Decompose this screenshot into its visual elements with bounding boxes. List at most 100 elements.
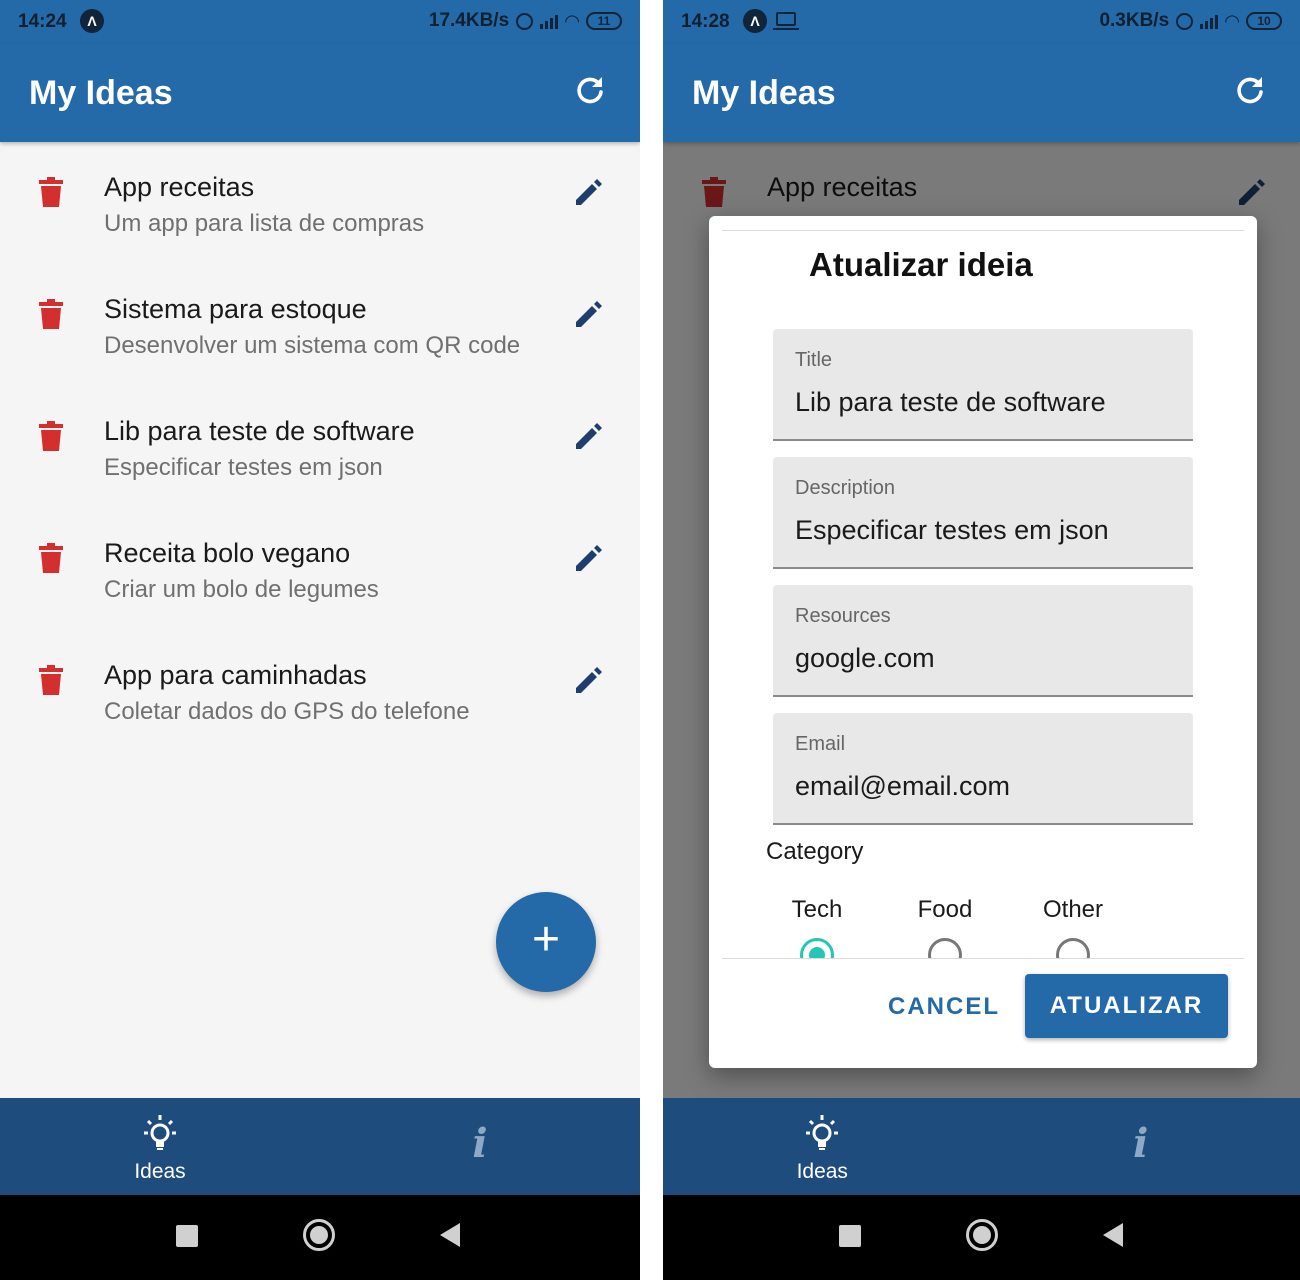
idea-title: Sistema para estoque	[104, 294, 367, 324]
idea-description: Um app para lista de compras	[104, 210, 425, 237]
network-speed: 17.4KB/s	[428, 10, 510, 31]
radio-option-other[interactable]: Other	[1018, 896, 1128, 958]
battery-icon: 11	[586, 12, 622, 30]
radio-label: Other	[1042, 896, 1104, 923]
signal-icon	[540, 13, 559, 29]
list-item[interactable]: Sistema para estoque Desenvolver um sist…	[0, 264, 640, 386]
app-bar: My Ideas	[663, 44, 1300, 142]
trash-icon[interactable]	[39, 177, 63, 207]
lightbulb-icon	[144, 1115, 176, 1150]
refresh-icon[interactable]	[574, 74, 606, 106]
home-button[interactable]	[966, 1219, 998, 1251]
cancel-button[interactable]: CANCEL	[879, 974, 1009, 1040]
radio-label: Tech	[791, 896, 843, 923]
info-icon: i	[472, 1120, 488, 1167]
title-field[interactable]: Title Lib para teste de software	[773, 329, 1193, 441]
status-time: 14:24	[18, 11, 67, 32]
idea-description: Coletar dados do GPS do telefone	[104, 698, 470, 725]
field-value[interactable]: google.com	[795, 643, 935, 674]
category-radio-group: Tech Food Other	[722, 896, 1244, 958]
refresh-icon[interactable]	[1234, 74, 1266, 106]
idea-description: Especificar testes em json	[104, 454, 383, 481]
page-title: My Ideas	[692, 74, 836, 112]
dialog-top-divider	[722, 230, 1244, 231]
radio-unselected-icon[interactable]	[928, 938, 962, 958]
home-button[interactable]	[303, 1219, 335, 1251]
phone-screen-list: 14:24 Λ 17.4KB/s ◠ 11 My Ideas App recei…	[0, 0, 640, 1280]
nav-label-ideas: Ideas	[796, 1160, 848, 1183]
status-indicators: 0.3KB/s ◠ 10	[1099, 10, 1282, 32]
bottom-navigation: Ideas i	[0, 1098, 640, 1195]
dialog-bottom-divider	[722, 958, 1244, 959]
edit-pencil-icon[interactable]	[573, 666, 603, 696]
radio-unselected-icon[interactable]	[1056, 938, 1090, 958]
idea-description: Desenvolver um sistema com QR code	[104, 332, 521, 359]
list-item[interactable]: App receitas Um app para lista de compra…	[0, 142, 640, 264]
radio-option-tech[interactable]: Tech	[762, 896, 872, 958]
status-bar: 14:28 Λ 0.3KB/s ◠ 10	[663, 0, 1300, 44]
recents-button[interactable]	[176, 1225, 198, 1247]
nav-item-info[interactable]: i	[320, 1098, 640, 1195]
add-idea-button[interactable]: +	[496, 892, 596, 992]
field-value[interactable]: email@email.com	[795, 771, 1010, 802]
field-label: Email	[795, 733, 846, 755]
idea-title: Receita bolo vegano	[104, 538, 351, 568]
app-notification-icon: Λ	[80, 9, 104, 33]
status-bar: 14:24 Λ 17.4KB/s ◠ 11	[0, 0, 640, 44]
description-field[interactable]: Description Especificar testes em json	[773, 457, 1193, 569]
alarm-icon	[1176, 12, 1194, 30]
bottom-navigation: Ideas i	[663, 1098, 1300, 1195]
resources-field[interactable]: Resources google.com	[773, 585, 1193, 697]
dialog-title: Atualizar ideia	[809, 246, 1033, 283]
radio-selected-icon[interactable]	[800, 938, 834, 958]
system-navigation-bar	[663, 1195, 1300, 1280]
field-label: Description	[795, 477, 896, 499]
recents-button[interactable]	[839, 1225, 861, 1247]
idea-description: Criar um bolo de legumes	[104, 576, 379, 603]
nav-item-ideas[interactable]: Ideas	[0, 1098, 320, 1195]
screen-cast-icon	[773, 12, 799, 30]
edit-pencil-icon[interactable]	[573, 544, 603, 574]
category-label: Category	[766, 838, 864, 865]
idea-title: App para caminhadas	[104, 660, 367, 690]
update-button[interactable]: ATUALIZAR	[1025, 974, 1228, 1038]
edit-pencil-icon[interactable]	[573, 422, 603, 452]
field-value[interactable]: Especificar testes em json	[795, 515, 1109, 546]
field-label: Resources	[795, 605, 891, 627]
edit-pencil-icon[interactable]	[573, 178, 603, 208]
edit-pencil-icon[interactable]	[573, 300, 603, 330]
info-icon: i	[1133, 1120, 1149, 1167]
field-value[interactable]: Lib para teste de software	[795, 387, 1106, 418]
battery-icon: 10	[1246, 12, 1282, 30]
radio-option-food[interactable]: Food	[890, 896, 1000, 958]
nav-label-ideas: Ideas	[134, 1160, 186, 1183]
page-title: My Ideas	[29, 74, 173, 112]
status-time: 14:28	[681, 11, 730, 32]
nav-item-info[interactable]: i	[982, 1098, 1300, 1195]
signal-icon	[1200, 13, 1219, 29]
app-notification-icon: Λ	[743, 9, 767, 33]
update-idea-dialog: Atualizar ideia Title Lib para teste de …	[709, 216, 1257, 1068]
trash-icon[interactable]	[39, 299, 63, 329]
list-item[interactable]: Lib para teste de software Especificar t…	[0, 386, 640, 508]
status-indicators: 17.4KB/s ◠ 11	[429, 10, 622, 32]
system-navigation-bar	[0, 1195, 640, 1280]
nav-item-ideas[interactable]: Ideas	[663, 1098, 982, 1195]
wifi-icon: ◠	[1225, 10, 1239, 31]
phone-screen-edit-dialog: 14:28 Λ 0.3KB/s ◠ 10 My Ideas App receit…	[663, 0, 1300, 1280]
back-button[interactable]	[440, 1223, 460, 1247]
list-item[interactable]: App para caminhadas Coletar dados do GPS…	[0, 630, 640, 752]
trash-icon[interactable]	[39, 543, 63, 573]
alarm-icon	[516, 12, 534, 30]
list-item[interactable]: Receita bolo vegano Criar um bolo de leg…	[0, 508, 640, 630]
trash-icon[interactable]	[39, 665, 63, 695]
radio-label: Food	[917, 896, 973, 923]
field-label: Title	[795, 349, 833, 371]
wifi-icon: ◠	[565, 10, 579, 31]
app-bar: My Ideas	[0, 44, 640, 142]
email-field[interactable]: Email email@email.com	[773, 713, 1193, 825]
trash-icon[interactable]	[39, 421, 63, 451]
back-button[interactable]	[1103, 1223, 1123, 1247]
idea-title: Lib para teste de software	[104, 416, 415, 446]
idea-title: App receitas	[104, 172, 255, 202]
